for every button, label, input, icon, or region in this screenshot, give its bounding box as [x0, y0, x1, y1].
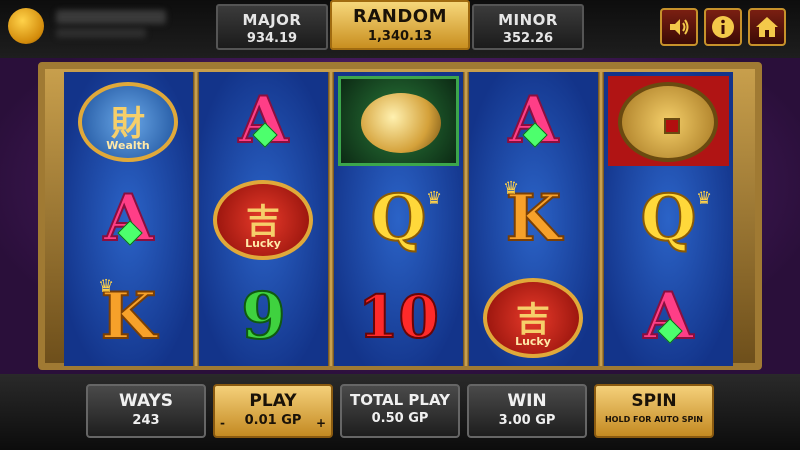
wealth-label: Wealth — [106, 139, 150, 152]
lucky-medal-icon: 吉 Lucky — [213, 180, 313, 260]
symbol-fish — [334, 72, 463, 170]
spin-label: SPIN — [631, 391, 677, 411]
jackpot-major-label: MAJOR — [242, 11, 302, 29]
symbol-letter: K — [100, 278, 158, 355]
sound-button[interactable] — [660, 8, 698, 46]
symbol-letter: 10 — [357, 282, 440, 352]
jackpot-major-value: 934.19 — [246, 31, 298, 46]
symbol-10: 10 — [334, 268, 463, 366]
lucky-glyph: 吉 — [246, 202, 280, 242]
symbol-letter: A — [508, 82, 560, 159]
total-play-value: 0.50 GP — [371, 411, 429, 426]
jackpot-minor-value: 352.26 — [502, 31, 554, 46]
jackpot-major: MAJOR 934.19 — [216, 4, 328, 50]
symbol-a: A — [64, 170, 193, 268]
jackpot-random: RANDOM 1,340.13 — [330, 0, 470, 50]
ways-value: 243 — [132, 413, 160, 428]
speaker-icon — [670, 19, 689, 35]
player-name-blurred — [56, 10, 166, 24]
lucky-glyph: 吉 — [516, 300, 550, 340]
crown-icon: ♛ — [503, 178, 520, 199]
win-value: 3.00 GP — [498, 413, 556, 428]
symbol-letter: A — [238, 82, 290, 159]
lucky-medal-icon: 吉 Lucky — [483, 278, 583, 358]
gold-coin-icon — [618, 82, 718, 162]
player-balance-blurred — [56, 28, 146, 38]
symbol-letter: A — [643, 278, 695, 355]
home-button[interactable] — [748, 8, 786, 46]
symbol-lucky: 吉 Lucky — [199, 170, 328, 268]
total-play-display: TOTAL PLAY 0.50 GP — [340, 384, 460, 438]
win-display: WIN 3.00 GP — [467, 384, 587, 438]
crown-icon: ♛ — [426, 188, 443, 209]
win-label: WIN — [507, 391, 547, 411]
golden-fish-icon — [338, 76, 459, 166]
symbol-a: A — [469, 72, 598, 170]
info-button[interactable] — [704, 8, 742, 46]
bet-increase-button[interactable]: + — [316, 416, 326, 430]
jackpot-random-label: RANDOM — [352, 6, 447, 27]
ways-display: WAYS 243 — [86, 384, 206, 438]
symbol-q: Q ♛ — [604, 170, 733, 268]
symbol-wealth: 財 Wealth — [64, 72, 193, 170]
play-bet-control[interactable]: PLAY 0.01 GP - + — [213, 384, 333, 438]
symbol-lucky: 吉 Lucky — [469, 268, 598, 366]
symbol-letter: Q — [640, 180, 698, 257]
spin-button[interactable]: SPIN HOLD FOR AUTO SPIN — [594, 384, 714, 438]
jackpot-random-value: 1,340.13 — [367, 29, 433, 44]
ways-label: WAYS — [118, 391, 174, 411]
symbol-k: K ♛ — [469, 170, 598, 268]
reel-1: 財 Wealth A K ♛ — [64, 72, 193, 366]
total-play-label: TOTAL PLAY — [349, 391, 451, 409]
symbol-coin — [604, 72, 733, 170]
reel-5: Q ♛ A — [604, 72, 733, 366]
symbol-k: K ♛ — [64, 268, 193, 366]
symbol-letter: K — [505, 180, 563, 257]
crown-icon: ♛ — [98, 276, 115, 297]
bet-decrease-button[interactable]: - — [220, 416, 225, 430]
symbol-letter: Q — [370, 180, 428, 257]
home-icon — [756, 17, 778, 37]
bottom-bar: WAYS 243 PLAY 0.01 GP - + TOTAL PLAY 0.5… — [0, 374, 800, 450]
lucky-label: Lucky — [515, 335, 551, 348]
symbol-a: A — [604, 268, 733, 366]
top-bar: MAJOR 934.19 RANDOM 1,340.13 MINOR 352.2… — [0, 0, 800, 58]
symbol-letter: 9 — [240, 278, 287, 355]
crown-icon: ♛ — [696, 188, 713, 209]
spin-hold-hint: HOLD FOR AUTO SPIN — [604, 415, 703, 424]
jackpot-minor: MINOR 352.26 — [472, 4, 584, 50]
coin-hole — [664, 118, 680, 134]
reel-3: Q ♛ 10 — [334, 72, 463, 366]
symbol-9: 9 — [199, 268, 328, 366]
play-label: PLAY — [249, 391, 297, 411]
fish-body — [361, 93, 441, 153]
jackpot-minor-label: MINOR — [498, 11, 558, 29]
wealth-medal-icon: 財 Wealth — [78, 82, 178, 162]
play-value: 0.01 GP — [244, 413, 302, 428]
reel-2: A 吉 Lucky 9 — [199, 72, 328, 366]
wealth-glyph: 財 — [111, 104, 145, 144]
info-icon — [712, 16, 734, 38]
reel-4: A K ♛ 吉 Lucky — [469, 72, 598, 366]
symbol-a: A — [199, 72, 328, 170]
player-avatar[interactable] — [8, 8, 44, 44]
symbol-q: Q ♛ — [334, 170, 463, 268]
lucky-label: Lucky — [245, 237, 281, 250]
symbol-letter: A — [103, 180, 155, 257]
